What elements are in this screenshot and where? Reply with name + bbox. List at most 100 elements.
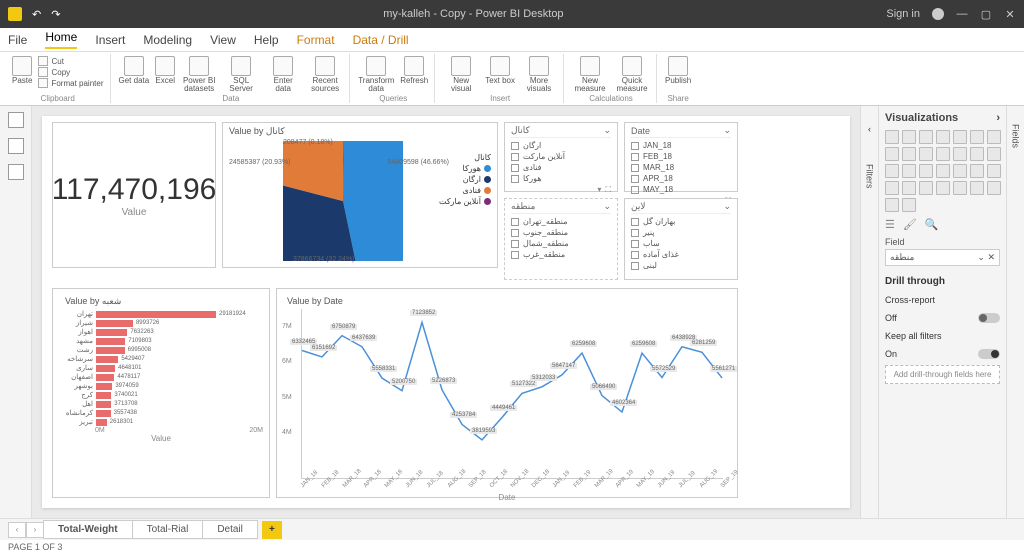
- card-visual[interactable]: 117,470,196 Value: [52, 122, 216, 268]
- bar-row[interactable]: اصفهان4478117: [59, 373, 263, 381]
- menu-modeling[interactable]: Modeling: [143, 33, 192, 47]
- transform-data-button[interactable]: Transform data: [358, 56, 394, 93]
- slicer-line[interactable]: لاین⌄ بهاران گلپنیرسابغذای آمادهلبنی: [624, 198, 738, 280]
- text-box-button[interactable]: Text box: [485, 56, 515, 85]
- maximize-icon[interactable]: ▢: [980, 8, 992, 21]
- viz-type-icon[interactable]: [885, 130, 899, 144]
- quick-measure-button[interactable]: Quick measure: [614, 56, 650, 93]
- slicer-item[interactable]: آنلاین مارکت: [511, 151, 611, 162]
- add-page-button[interactable]: +: [262, 521, 282, 539]
- field-well-item[interactable]: منطقه⌄ ✕: [885, 249, 1000, 266]
- expand-filters-icon[interactable]: ‹: [868, 124, 871, 134]
- prev-page-button[interactable]: ‹: [8, 522, 26, 538]
- chevron-down-icon[interactable]: ⌄: [603, 201, 611, 212]
- slicer-region[interactable]: منطقه⌄ منطقه_تهرانمنطقه_جنوبمنطقه_شمالمن…: [504, 198, 618, 280]
- paste-button[interactable]: Paste: [12, 56, 32, 85]
- fields-pane-label[interactable]: Fields: [1011, 124, 1021, 148]
- next-page-button[interactable]: ›: [26, 522, 44, 538]
- cut-button[interactable]: Cut: [38, 56, 103, 66]
- bar-row[interactable]: اهواز7632263: [59, 328, 263, 336]
- slicer-item[interactable]: منطقه_جنوب: [511, 227, 611, 238]
- bar-row[interactable]: مشهد7109803: [59, 337, 263, 345]
- slicer-item[interactable]: MAY_18: [631, 184, 731, 195]
- slicer-item[interactable]: لبنی: [631, 260, 731, 271]
- avatar[interactable]: [932, 8, 944, 20]
- get-data-button[interactable]: Get data: [119, 56, 150, 85]
- tab-detail[interactable]: Detail: [202, 520, 258, 539]
- menu-view[interactable]: View: [210, 33, 236, 47]
- refresh-button[interactable]: Refresh: [400, 56, 428, 85]
- chevron-right-icon[interactable]: ›: [996, 112, 1000, 124]
- filter-icon[interactable]: ▾: [597, 185, 601, 195]
- slicer-item[interactable]: غذای آماده: [631, 249, 731, 260]
- report-view-icon[interactable]: [8, 112, 24, 128]
- tab-total-weight[interactable]: Total-Weight: [43, 520, 133, 539]
- focus-icon[interactable]: ⛶: [605, 185, 611, 195]
- slicer-item[interactable]: منطقه_غرب: [511, 249, 611, 260]
- menu-format[interactable]: Format: [297, 33, 335, 47]
- slicer-item[interactable]: JAN_18: [631, 140, 731, 151]
- fields-tab-icon[interactable]: ☰: [885, 218, 895, 231]
- close-icon[interactable]: ✕: [1004, 8, 1016, 21]
- chevron-down-icon[interactable]: ⌄: [723, 125, 731, 136]
- enter-data-button[interactable]: Enter data: [265, 56, 301, 93]
- menu-insert[interactable]: Insert: [95, 33, 125, 47]
- new-measure-button[interactable]: New measure: [572, 56, 608, 93]
- cross-report-toggle[interactable]: [978, 313, 1000, 323]
- bar-row[interactable]: اهل3713708: [59, 400, 263, 408]
- tab-total-rial[interactable]: Total-Rial: [132, 520, 204, 539]
- menu-help[interactable]: Help: [254, 33, 279, 47]
- excel-button[interactable]: Excel: [155, 56, 175, 85]
- slicer-item[interactable]: MAR_18: [631, 162, 731, 173]
- bar-row[interactable]: کرج3740021: [59, 391, 263, 399]
- menu-home[interactable]: Home: [45, 30, 77, 49]
- slicer-item[interactable]: پنیر: [631, 227, 731, 238]
- bar-row[interactable]: بوشهر3974059: [59, 382, 263, 390]
- minimize-icon[interactable]: —: [956, 8, 968, 20]
- menu-file[interactable]: File: [8, 33, 27, 47]
- bar-row[interactable]: تبریز2618301: [59, 418, 263, 426]
- redo-icon[interactable]: ↷: [51, 8, 60, 21]
- recent-sources-button[interactable]: Recent sources: [307, 56, 343, 93]
- pbi-datasets-button[interactable]: Power BI datasets: [181, 56, 217, 93]
- bar-row[interactable]: سرشاخه5429407: [59, 355, 263, 363]
- chevron-down-icon[interactable]: ⌄: [603, 125, 611, 136]
- slicer-item[interactable]: APR_18: [631, 173, 731, 184]
- more-visuals-button[interactable]: More visuals: [521, 56, 557, 93]
- slicer-item[interactable]: FEB_18: [631, 151, 731, 162]
- format-tab-icon[interactable]: 🖌: [903, 218, 917, 231]
- slicer-item[interactable]: منطقه_تهران: [511, 216, 611, 227]
- bar-row[interactable]: ساری4648101: [59, 364, 263, 372]
- copy-button[interactable]: Copy: [38, 67, 103, 77]
- slicer-item[interactable]: ارگان: [511, 140, 611, 151]
- format-painter-button[interactable]: Format painter: [38, 78, 103, 88]
- bar-row[interactable]: کرمانشاه3557438: [59, 409, 263, 417]
- slicer-date[interactable]: Date⌄ JAN_18FEB_18MAR_18APR_18MAY_18 ▾⛶: [624, 122, 738, 192]
- undo-icon[interactable]: ↶: [32, 8, 41, 21]
- slicer-channel[interactable]: کانال⌄ ارگانآنلاین مارکتفنادیهورکا ▾⛶: [504, 122, 618, 192]
- new-visual-button[interactable]: New visual: [443, 56, 479, 93]
- chevron-down-icon[interactable]: ⌄: [723, 201, 731, 212]
- slicer-item[interactable]: هورکا: [511, 173, 611, 184]
- drill-through-well[interactable]: Add drill-through fields here: [885, 365, 1000, 384]
- data-view-icon[interactable]: [8, 138, 24, 154]
- slicer-item[interactable]: فنادی: [511, 162, 611, 173]
- analytics-tab-icon[interactable]: 🔍: [925, 218, 939, 231]
- sql-button[interactable]: SQL Server: [223, 56, 259, 93]
- bar-visual[interactable]: Value by شعبه تهران29181924شیراز8993726ا…: [52, 288, 270, 498]
- bar-row[interactable]: رشت6995008: [59, 346, 263, 354]
- menu-datadrill[interactable]: Data / Drill: [353, 33, 409, 47]
- line-visual[interactable]: Value by Date 63324656151692675087964376…: [276, 288, 738, 498]
- slicer-item[interactable]: منطقه_شمال: [511, 238, 611, 249]
- report-canvas[interactable]: 117,470,196 Value Value by کانال 5480959…: [32, 106, 860, 518]
- slicer-item[interactable]: ساب: [631, 238, 731, 249]
- filters-pane-label[interactable]: Filters: [865, 164, 875, 189]
- bar-row[interactable]: شیراز8993726: [59, 319, 263, 327]
- model-view-icon[interactable]: [8, 164, 24, 180]
- keep-filters-toggle[interactable]: [978, 349, 1000, 359]
- publish-button[interactable]: Publish: [665, 56, 691, 85]
- signin-button[interactable]: Sign in: [886, 8, 920, 20]
- pie-visual[interactable]: Value by کانال 54809598 (46.66%) 2458538…: [222, 122, 498, 268]
- bar-row[interactable]: تهران29181924: [59, 310, 263, 318]
- slicer-item[interactable]: بهاران گل: [631, 216, 731, 227]
